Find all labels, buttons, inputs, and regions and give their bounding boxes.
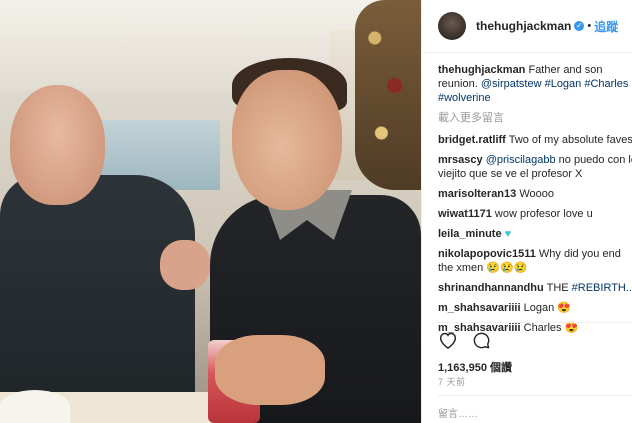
comment-bubble-icon[interactable]: [472, 331, 491, 350]
separator-dot: •: [587, 20, 592, 32]
caption-tag-charles[interactable]: #Charles: [584, 78, 628, 90]
follow-button[interactable]: 追蹤: [594, 18, 618, 35]
comment-username[interactable]: nikolapopovic1511: [438, 248, 536, 260]
comment-text: Woooo: [519, 188, 554, 200]
post-photo[interactable]: [0, 0, 421, 423]
comment-item: mrsascy @priscilagabb no puedo con lo vi…: [438, 153, 632, 181]
comment-username[interactable]: shrinandhannandhu: [438, 282, 544, 294]
comment-username[interactable]: m_shahsavariiii: [438, 302, 521, 314]
add-comment-input[interactable]: 留言……: [438, 405, 478, 420]
post-time-ago[interactable]: 7 天前: [438, 375, 466, 388]
heart-emoji: ♥: [504, 228, 512, 240]
instagram-post: thehughjackman ✓ • 追蹤 thehughjackman Fat…: [0, 0, 632, 423]
comment-item: leila_minute ♥: [438, 227, 632, 241]
photo-person-left-head: [10, 85, 105, 205]
verified-badge-icon: ✓: [574, 21, 585, 31]
comment-item: wiwat1171 wow profesor love u: [438, 207, 632, 221]
caption-tag-wolverine[interactable]: #wolverine: [438, 92, 491, 104]
photo-plate: [0, 390, 70, 423]
comment-username[interactable]: mrsascy: [438, 154, 483, 166]
caption-mention[interactable]: @sirpatstew: [481, 78, 542, 90]
photo-christmas-tree: [355, 0, 421, 190]
comment-item: marisolteran13 Woooo: [438, 187, 632, 201]
comment-text: THE: [546, 282, 569, 294]
comment-item: m_shahsavariiii Logan 😍: [438, 301, 632, 315]
comment-username[interactable]: bridget.ratliff: [438, 134, 506, 146]
comment-item: bridget.ratliff Two of my absolute faves…: [438, 133, 632, 147]
caption-tag-logan[interactable]: #Logan: [545, 78, 582, 90]
caption-username[interactable]: thehughjackman: [438, 64, 525, 76]
crying-face-emoji: 😢😢😢: [486, 262, 528, 274]
comment-tag[interactable]: #REBIRTH...: [572, 282, 632, 294]
heart-eyes-emoji: 😍: [564, 322, 579, 334]
comment-divider: [438, 395, 632, 396]
avatar[interactable]: [438, 12, 466, 40]
comment-mention[interactable]: @priscilagabb: [486, 154, 556, 166]
comment-text: Two of my absolute faves!: [508, 134, 632, 146]
comment-username[interactable]: leila_minute: [438, 228, 502, 240]
post-sidebar: thehughjackman ✓ • 追蹤 thehughjackman Fat…: [421, 0, 632, 423]
comment-text: Logan: [523, 302, 555, 314]
like-count[interactable]: 1,163,950 個讚: [438, 359, 512, 375]
comment-text: Charles: [523, 322, 562, 334]
comment-username[interactable]: marisolteran13: [438, 188, 516, 200]
photo-person-left-jacket: [0, 175, 195, 423]
actions-divider: [438, 322, 632, 323]
heart-icon[interactable]: [438, 331, 458, 350]
heart-eyes-emoji: 😍: [557, 302, 571, 314]
comment-username[interactable]: wiwat1171: [438, 208, 492, 220]
photo-person-right-head: [232, 70, 342, 210]
photo-person-left-hand: [160, 240, 210, 290]
header-username[interactable]: thehughjackman: [476, 19, 571, 33]
comment-item: nikolapopovic1511 Why did you end the xm…: [438, 247, 632, 275]
action-bar: [438, 331, 491, 350]
comments-list: thehughjackman Father and son reunion. @…: [438, 63, 632, 341]
load-more-comments[interactable]: 載入更多留言: [438, 111, 632, 125]
post-header: thehughjackman ✓ • 追蹤: [422, 0, 632, 53]
comment-text: wow profesor love u: [494, 208, 593, 220]
caption: thehughjackman Father and son reunion. @…: [438, 63, 632, 105]
comment-item: shrinandhannandhu THE #REBIRTH...: [438, 281, 632, 295]
photo-person-right-hand: [215, 335, 325, 405]
